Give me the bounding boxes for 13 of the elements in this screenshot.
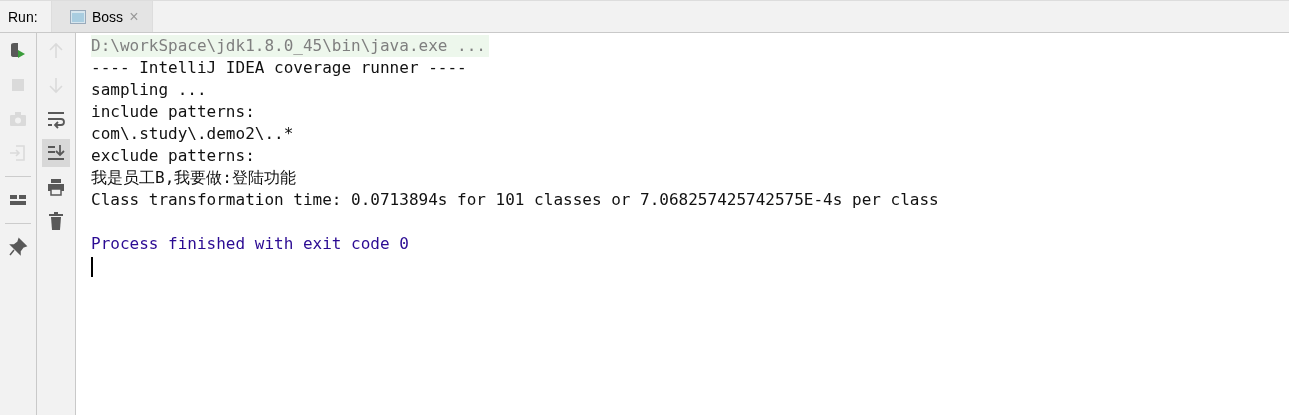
console-exit-message: Process finished with exit code 0 bbox=[91, 234, 409, 253]
console-output: include patterns: bbox=[91, 102, 255, 121]
console-output: com\.study\.demo2\..* bbox=[91, 124, 294, 143]
run-label: Run: bbox=[7, 7, 39, 27]
console-command: D:\workSpace\jdk1.8.0_45\bin\java.exe ... bbox=[91, 35, 489, 57]
scroll-end-icon[interactable] bbox=[42, 139, 70, 167]
console-output: Class transformation time: 0.0713894s for 101 classes or 7.068257425742575E-4s per class bbox=[91, 190, 939, 209]
window-icon bbox=[70, 9, 86, 24]
console-tab[interactable]: Boss × bbox=[51, 1, 154, 32]
console-output: sampling ... bbox=[91, 80, 207, 99]
console-output: ---- IntelliJ IDEA coverage runner ---- bbox=[91, 58, 467, 77]
console-output: exclude patterns: bbox=[91, 146, 255, 165]
console-output: 我是员工B,我要做:登陆功能 bbox=[91, 168, 296, 187]
